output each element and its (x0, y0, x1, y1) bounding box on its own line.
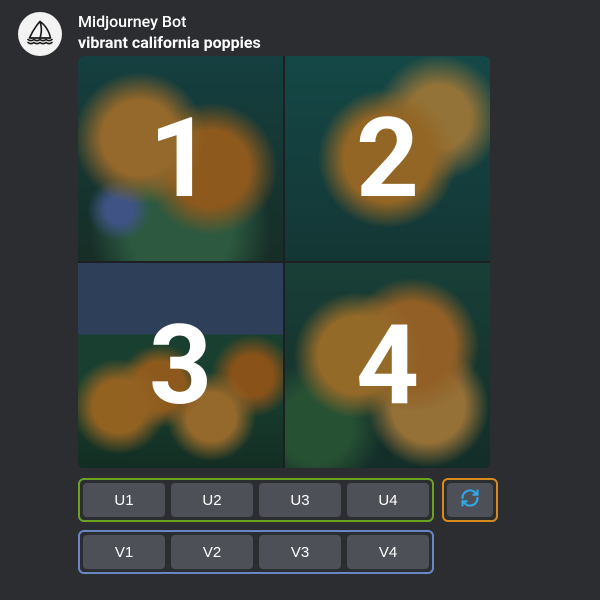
reroll-group (442, 478, 498, 522)
variation-row: V1 V2 V3 V4 (78, 530, 582, 574)
image-grid[interactable]: 1 2 3 4 (78, 56, 490, 468)
message: Midjourney Bot vibrant california poppie… (0, 0, 600, 574)
upscale-1-button[interactable]: U1 (83, 483, 165, 517)
image-quadrant-3[interactable]: 3 (78, 263, 283, 468)
variation-3-button[interactable]: V3 (259, 535, 341, 569)
bot-avatar (18, 12, 62, 56)
quadrant-number: 3 (149, 311, 212, 421)
prompt-text: vibrant california poppies (78, 33, 582, 52)
variation-2-button[interactable]: V2 (171, 535, 253, 569)
upscale-row: U1 U2 U3 U4 (78, 478, 582, 522)
variation-group: V1 V2 V3 V4 (78, 530, 434, 574)
image-quadrant-2[interactable]: 2 (285, 56, 490, 261)
variation-4-button[interactable]: V4 (347, 535, 429, 569)
quadrant-number: 1 (149, 104, 212, 214)
message-content: Midjourney Bot vibrant california poppie… (78, 12, 582, 574)
upscale-3-button[interactable]: U3 (259, 483, 341, 517)
action-buttons: U1 U2 U3 U4 (78, 478, 582, 574)
upscale-4-button[interactable]: U4 (347, 483, 429, 517)
upscale-group: U1 U2 U3 U4 (78, 478, 434, 522)
sailboat-icon (25, 17, 55, 51)
image-quadrant-1[interactable]: 1 (78, 56, 283, 261)
image-quadrant-4[interactable]: 4 (285, 263, 490, 468)
reroll-button[interactable] (447, 483, 493, 517)
variation-1-button[interactable]: V1 (83, 535, 165, 569)
upscale-2-button[interactable]: U2 (171, 483, 253, 517)
refresh-icon (460, 488, 480, 512)
quadrant-number: 4 (356, 311, 419, 421)
quadrant-number: 2 (356, 104, 419, 214)
bot-name: Midjourney Bot (78, 12, 582, 31)
